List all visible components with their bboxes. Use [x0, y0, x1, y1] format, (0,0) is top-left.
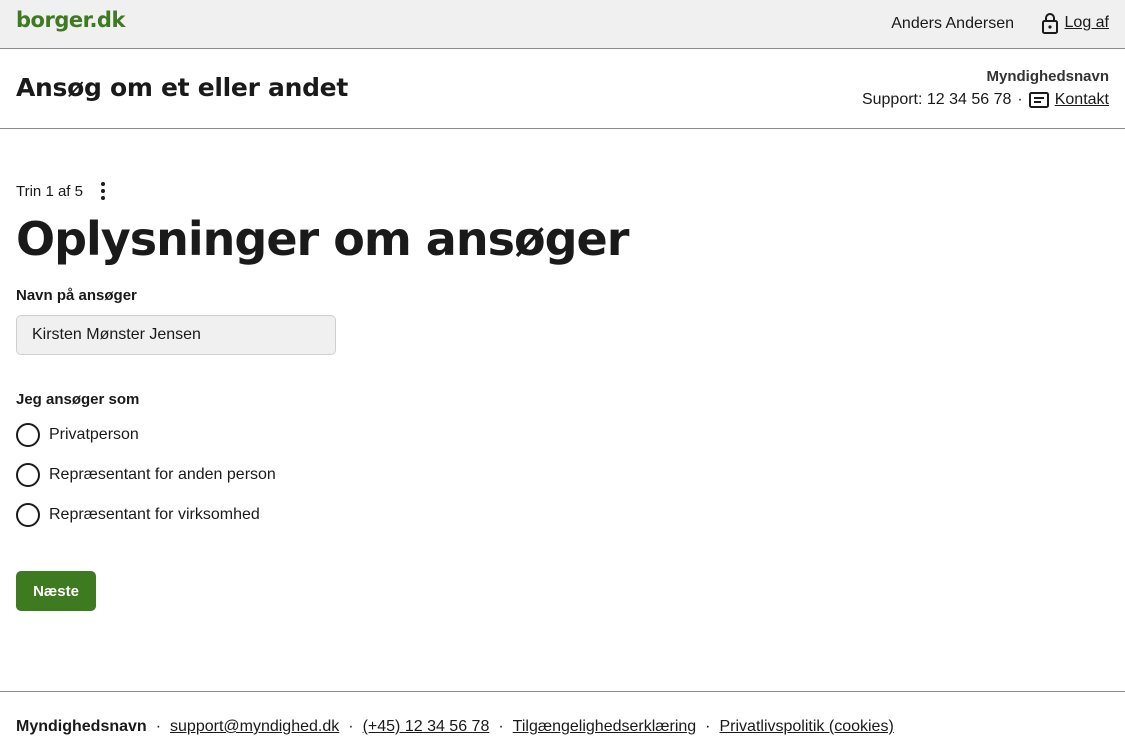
top-bar: borger.dk Anders Andersen Log af [0, 0, 1125, 49]
step-indicator: Trin 1 af 5 [16, 181, 113, 201]
applicant-type-label: Jeg ansøger som [16, 391, 140, 408]
application-header: Ansøg om et eller andet Myndighedsnavn S… [0, 49, 1125, 129]
separator: · [498, 718, 504, 735]
contact-link[interactable]: Kontakt [1055, 91, 1109, 109]
separator: · [155, 718, 162, 735]
logout-label[interactable]: Log af [1065, 14, 1109, 32]
application-title: Ansøg om et eller andet [16, 73, 348, 102]
borger-dk-logo[interactable]: borger.dk [16, 8, 125, 32]
footer: Myndighedsnavn · support@myndighed.dk · … [0, 691, 1125, 745]
support-phone: Support: 12 34 56 78 [861, 91, 1012, 108]
footer-privacy-link[interactable]: Privatlivspolitik (cookies) [720, 718, 894, 736]
radio-option-representative-person[interactable]: Repræsentant for anden person [16, 463, 276, 487]
authority-name: Myndighedsnavn [986, 68, 1109, 85]
support-line: Support: 12 34 56 78 · Kontakt [862, 91, 1109, 109]
lock-icon [1041, 13, 1058, 34]
contact-card-icon [1028, 92, 1049, 108]
applicant-name-input[interactable] [16, 315, 336, 355]
footer-phone-link[interactable]: (+45) 12 34 56 78 [363, 718, 490, 736]
radio-label: Repræsentant for anden person [49, 466, 276, 483]
logout-button[interactable]: Log af [1041, 12, 1109, 34]
radio-icon[interactable] [16, 463, 40, 487]
radio-icon[interactable] [16, 503, 40, 527]
radio-option-representative-company[interactable]: Repræsentant for virksomhed [16, 503, 260, 527]
footer-links: Myndighedsnavn · support@myndighed.dk · … [16, 718, 894, 736]
next-button[interactable]: Næste [16, 571, 96, 611]
footer-authority: Myndighedsnavn [16, 718, 147, 735]
name-field-label: Navn på ansøger [16, 287, 137, 304]
footer-email-link[interactable]: support@myndighed.dk [170, 718, 339, 736]
footer-accessibility-link[interactable]: Tilgængelighedserklæring [513, 718, 697, 736]
step-text: Trin 1 af 5 [16, 182, 83, 200]
separator: · [348, 718, 354, 735]
separator: · [705, 718, 711, 735]
radio-label: Privatperson [49, 426, 139, 443]
radio-icon[interactable] [16, 423, 40, 447]
user-name: Anders Andersen [891, 15, 1014, 32]
page-title: Oplysninger om ansøger [16, 212, 629, 266]
radio-option-privatperson[interactable]: Privatperson [16, 423, 139, 447]
kebab-menu-icon[interactable] [93, 181, 113, 201]
separator: · [1017, 91, 1023, 108]
radio-label: Repræsentant for virksomhed [49, 506, 260, 523]
